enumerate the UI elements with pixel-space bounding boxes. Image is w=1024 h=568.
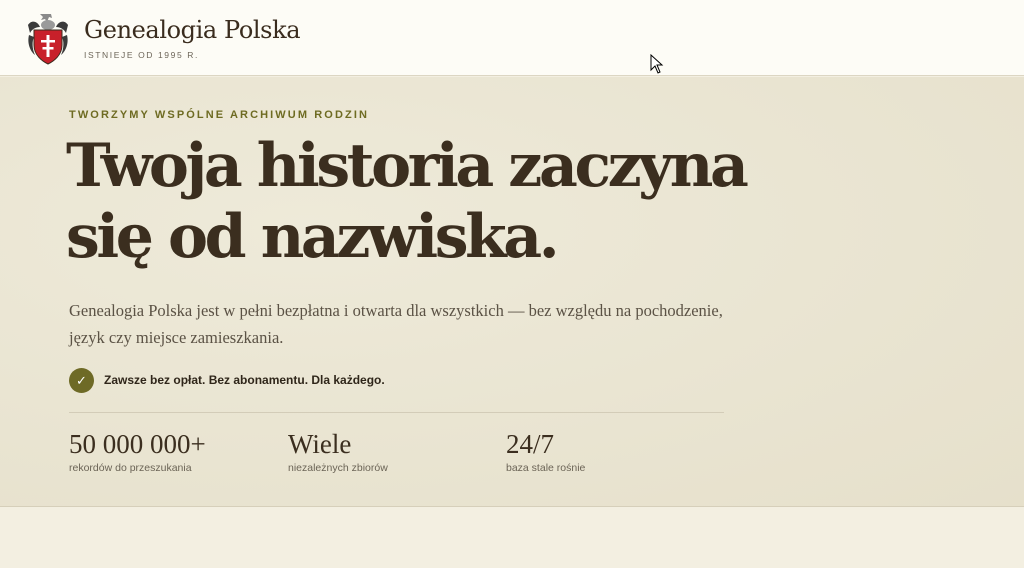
brand-name[interactable]: Genealogia Polska (84, 16, 301, 44)
stat-label: rekordów do przeszukania (69, 462, 192, 474)
stat-label: baza stale rośnie (506, 462, 586, 474)
stat-label: niezależnych zbiorów (288, 462, 388, 474)
free-notice-text: Zawsze bez opłat. Bez abonamentu. Dla ka… (104, 373, 385, 387)
mouse-cursor-icon (650, 53, 664, 74)
stat-availability: 24/7 baza stale rośnie (506, 429, 585, 474)
hero-eyebrow: TWORZYMY WSPÓLNE ARCHIWUM RODZIN (69, 109, 370, 121)
hero-section: TWORZYMY WSPÓLNE ARCHIWUM RODZIN Twoja h… (0, 77, 1024, 507)
checkmark-icon: ✓ (69, 368, 94, 393)
hero-headline-line-2: się od nazwiska. (66, 202, 560, 272)
stat-value: 50 000 000+ (69, 429, 206, 459)
lower-section (0, 508, 1024, 568)
stat-value: Wiele (288, 429, 352, 459)
stat-value: 24/7 (506, 429, 555, 459)
stats-divider (69, 412, 724, 413)
stat-records: 50 000 000+ rekordów do przeszukania (69, 429, 206, 474)
stat-collections: Wiele niezależnych zbiorów (288, 429, 388, 474)
brand-tagline: ISTNIEJE OD 1995 R. (84, 50, 199, 60)
hero-lead-text: Genealogia Polska jest w pełni bezpłatna… (69, 301, 723, 347)
site-header: Genealogia Polska ISTNIEJE OD 1995 R. (0, 0, 1024, 76)
coat-of-arms-icon[interactable] (24, 11, 72, 67)
hero-headline: Twoja historia zaczyna się od nazwiska. (66, 131, 826, 273)
hero-headline-line-1: Twoja historia zaczyna (66, 131, 749, 201)
